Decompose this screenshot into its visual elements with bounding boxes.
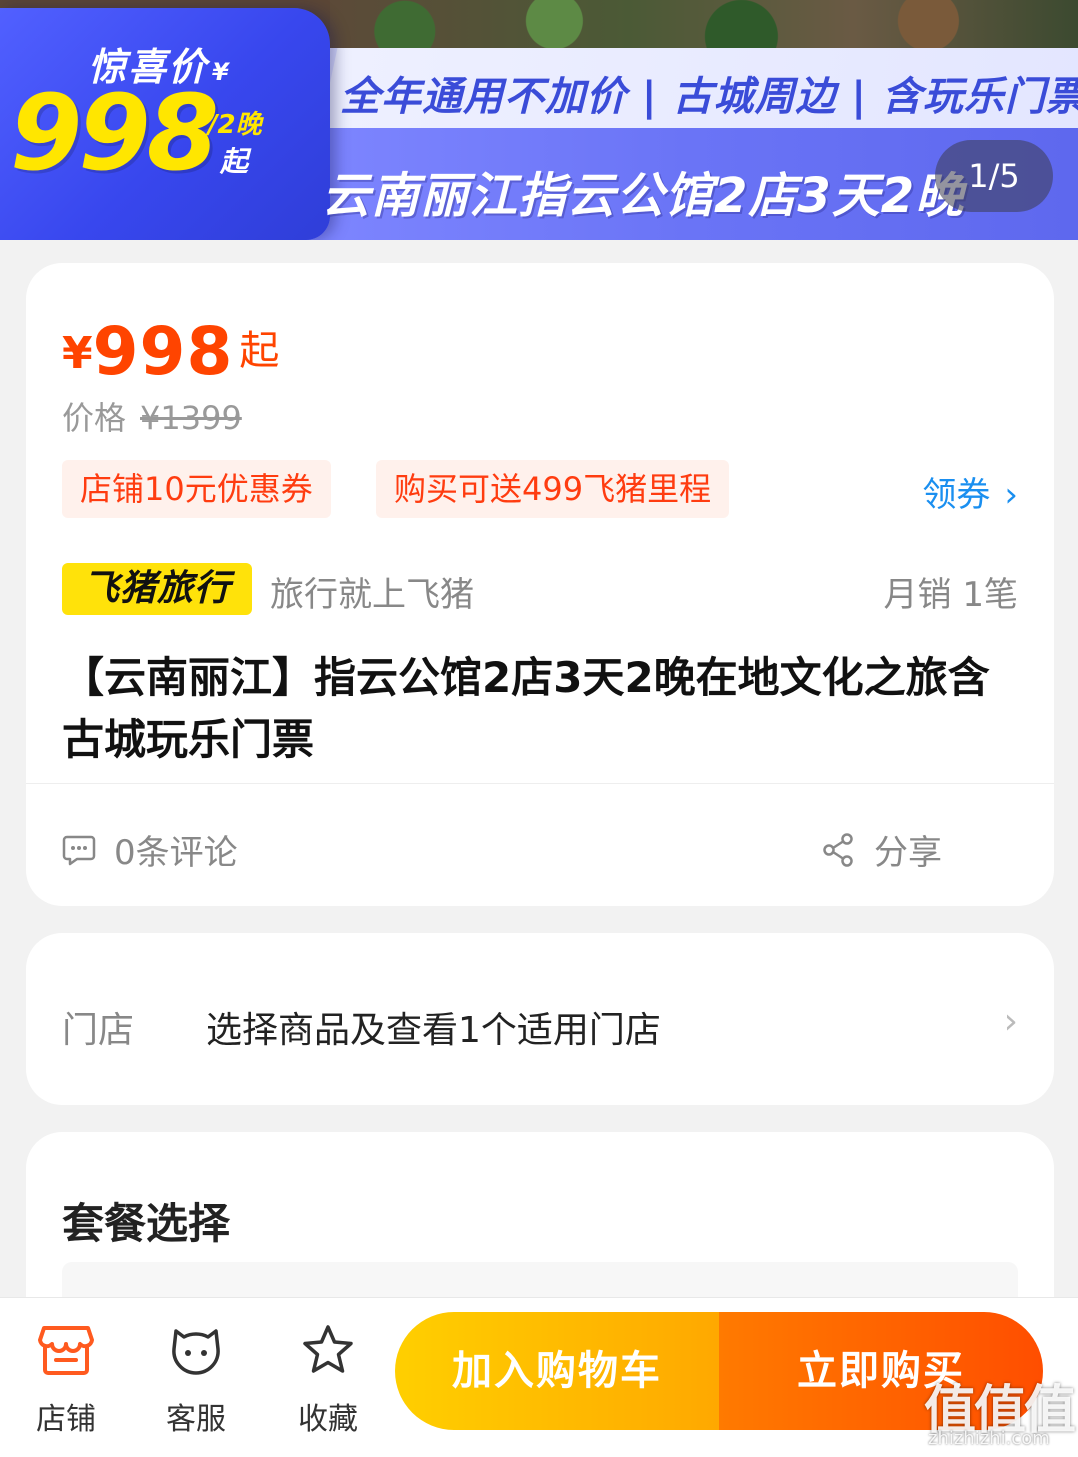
chevron-right-icon: › (1004, 475, 1018, 515)
price-currency: ¥ (62, 328, 93, 379)
store-icon (38, 1326, 94, 1375)
banner-photo (330, 0, 1078, 52)
bottom-action-bar: 店铺 客服 收藏 加入购物车 立即购买 (0, 1297, 1078, 1457)
chevron-right-icon: › (1003, 1001, 1018, 1042)
coupon-tag[interactable]: 店铺10元优惠券 (62, 460, 331, 518)
banner-tagline: 全年通用不加价 | 古城周边 | 含玩乐门票 (340, 74, 1078, 120)
banner-promo-unit: /2晚 (208, 110, 262, 140)
original-price-value: ¥1399 (140, 399, 242, 437)
package-title: 套餐选择 (62, 1199, 231, 1248)
nav-service-button[interactable]: 客服 (146, 1318, 246, 1438)
get-coupon-label: 领券 (922, 475, 991, 515)
reviews-count: 0条评论 (114, 833, 238, 873)
product-info-card: ¥998 起 价格 ¥1399 店铺10元优惠券 购买可送499飞猪里程 领券 › 飞… (26, 263, 1054, 906)
nav-favorite-label: 收藏 (298, 1402, 358, 1437)
original-price: 价格 ¥1399 (62, 393, 242, 439)
banner-headline: 云南丽江指云公馆2店3天2晚 (322, 168, 965, 224)
nav-shop-button[interactable]: 店铺 (16, 1318, 116, 1438)
share-label: 分享 (874, 833, 942, 873)
share-button[interactable]: 分享 (822, 825, 942, 874)
product-image-carousel[interactable]: 惊喜价 ¥ 998 /2晚 起 全年通用不加价 | 古城周边 | 含玩乐门票 云南… (0, 0, 1078, 240)
get-coupon-link[interactable]: 领券 › (922, 467, 1018, 516)
star-icon (303, 1325, 353, 1373)
store-selector[interactable]: 门店 选择商品及查看1个适用门店 › (26, 933, 1054, 1105)
brand-slogan: 旅行就上飞猪 (270, 575, 474, 615)
add-to-cart-button[interactable]: 加入购物车 (395, 1312, 719, 1430)
price-value: 998 (92, 313, 234, 390)
banner-promo-price: 998 (10, 72, 219, 194)
carousel-pager: 1/5 (935, 140, 1053, 212)
divider (26, 783, 1054, 784)
banner-promo-qi: 起 (220, 145, 249, 178)
brand-badge: 飞猪旅行 (62, 563, 252, 615)
store-label: 门店 (62, 1010, 135, 1051)
nav-favorite-button[interactable]: 收藏 (278, 1318, 378, 1438)
original-price-label: 价格 (62, 399, 127, 437)
current-price: ¥998 起 (62, 313, 279, 390)
chat-bubble-icon (62, 835, 96, 865)
customer-service-icon (172, 1329, 220, 1375)
price-suffix: 起 (239, 328, 280, 374)
site-watermark-url: zhizhizhi.com (928, 1428, 1050, 1449)
nav-service-label: 客服 (166, 1402, 226, 1437)
store-value: 选择商品及查看1个适用门店 (206, 1010, 661, 1051)
coupon-tag[interactable]: 购买可送499飞猪里程 (376, 460, 730, 518)
reviews-link[interactable]: 0条评论 (62, 825, 238, 874)
product-title: 【云南丽江】指云公馆2店3天2晚在地文化之旅含古城玩乐门票 (62, 653, 990, 764)
monthly-sales: 月销 1笔 (883, 575, 1018, 615)
share-icon (823, 832, 853, 867)
nav-shop-label: 店铺 (36, 1402, 96, 1437)
